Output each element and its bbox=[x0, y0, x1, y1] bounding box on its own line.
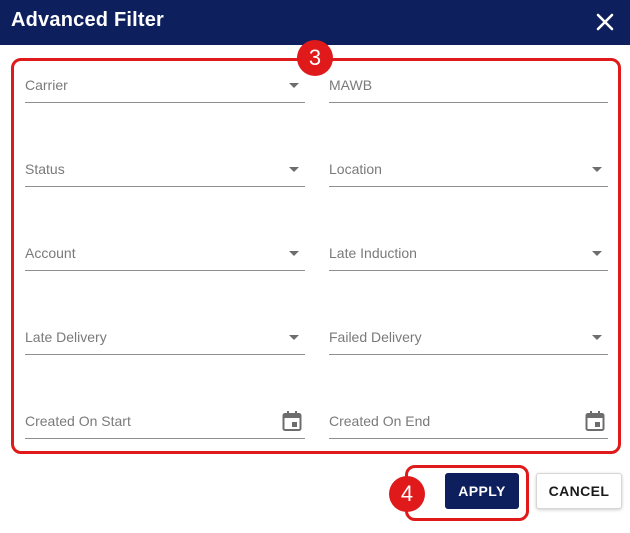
mawb-label: MAWB bbox=[329, 77, 373, 93]
advanced-filter-dialog: Advanced Filter Carrier MAWB Status Loca… bbox=[0, 0, 630, 533]
chevron-down-icon bbox=[289, 335, 299, 340]
account-select[interactable]: Account bbox=[25, 230, 305, 271]
calendar-icon[interactable] bbox=[585, 410, 605, 432]
chevron-down-icon bbox=[592, 167, 602, 172]
mawb-field[interactable]: MAWB bbox=[329, 62, 608, 103]
carrier-label: Carrier bbox=[25, 77, 68, 93]
step-marker-3: 3 bbox=[297, 40, 333, 76]
account-label: Account bbox=[25, 245, 76, 261]
status-select[interactable]: Status bbox=[25, 146, 305, 187]
step-marker-4: 4 bbox=[389, 476, 425, 512]
late-induction-select[interactable]: Late Induction bbox=[329, 230, 608, 271]
created-on-end-field[interactable]: Created On End bbox=[329, 398, 608, 439]
late-delivery-label: Late Delivery bbox=[25, 329, 107, 345]
apply-button[interactable]: APPLY bbox=[445, 473, 519, 509]
late-delivery-select[interactable]: Late Delivery bbox=[25, 314, 305, 355]
chevron-down-icon bbox=[289, 167, 299, 172]
close-icon[interactable] bbox=[594, 11, 616, 33]
carrier-select[interactable]: Carrier bbox=[25, 62, 305, 103]
status-label: Status bbox=[25, 161, 65, 177]
chevron-down-icon bbox=[592, 251, 602, 256]
cancel-button[interactable]: CANCEL bbox=[536, 473, 622, 509]
failed-delivery-label: Failed Delivery bbox=[329, 329, 422, 345]
failed-delivery-select[interactable]: Failed Delivery bbox=[329, 314, 608, 355]
dialog-header: Advanced Filter bbox=[0, 0, 630, 45]
location-label: Location bbox=[329, 161, 382, 177]
dialog-title: Advanced Filter bbox=[11, 9, 165, 31]
location-select[interactable]: Location bbox=[329, 146, 608, 187]
created-on-start-field[interactable]: Created On Start bbox=[25, 398, 305, 439]
late-induction-label: Late Induction bbox=[329, 245, 417, 261]
chevron-down-icon bbox=[289, 251, 299, 256]
created-on-end-label: Created On End bbox=[329, 413, 431, 429]
chevron-down-icon bbox=[289, 83, 299, 88]
chevron-down-icon bbox=[592, 335, 602, 340]
created-on-start-label: Created On Start bbox=[25, 413, 131, 429]
calendar-icon[interactable] bbox=[282, 410, 302, 432]
